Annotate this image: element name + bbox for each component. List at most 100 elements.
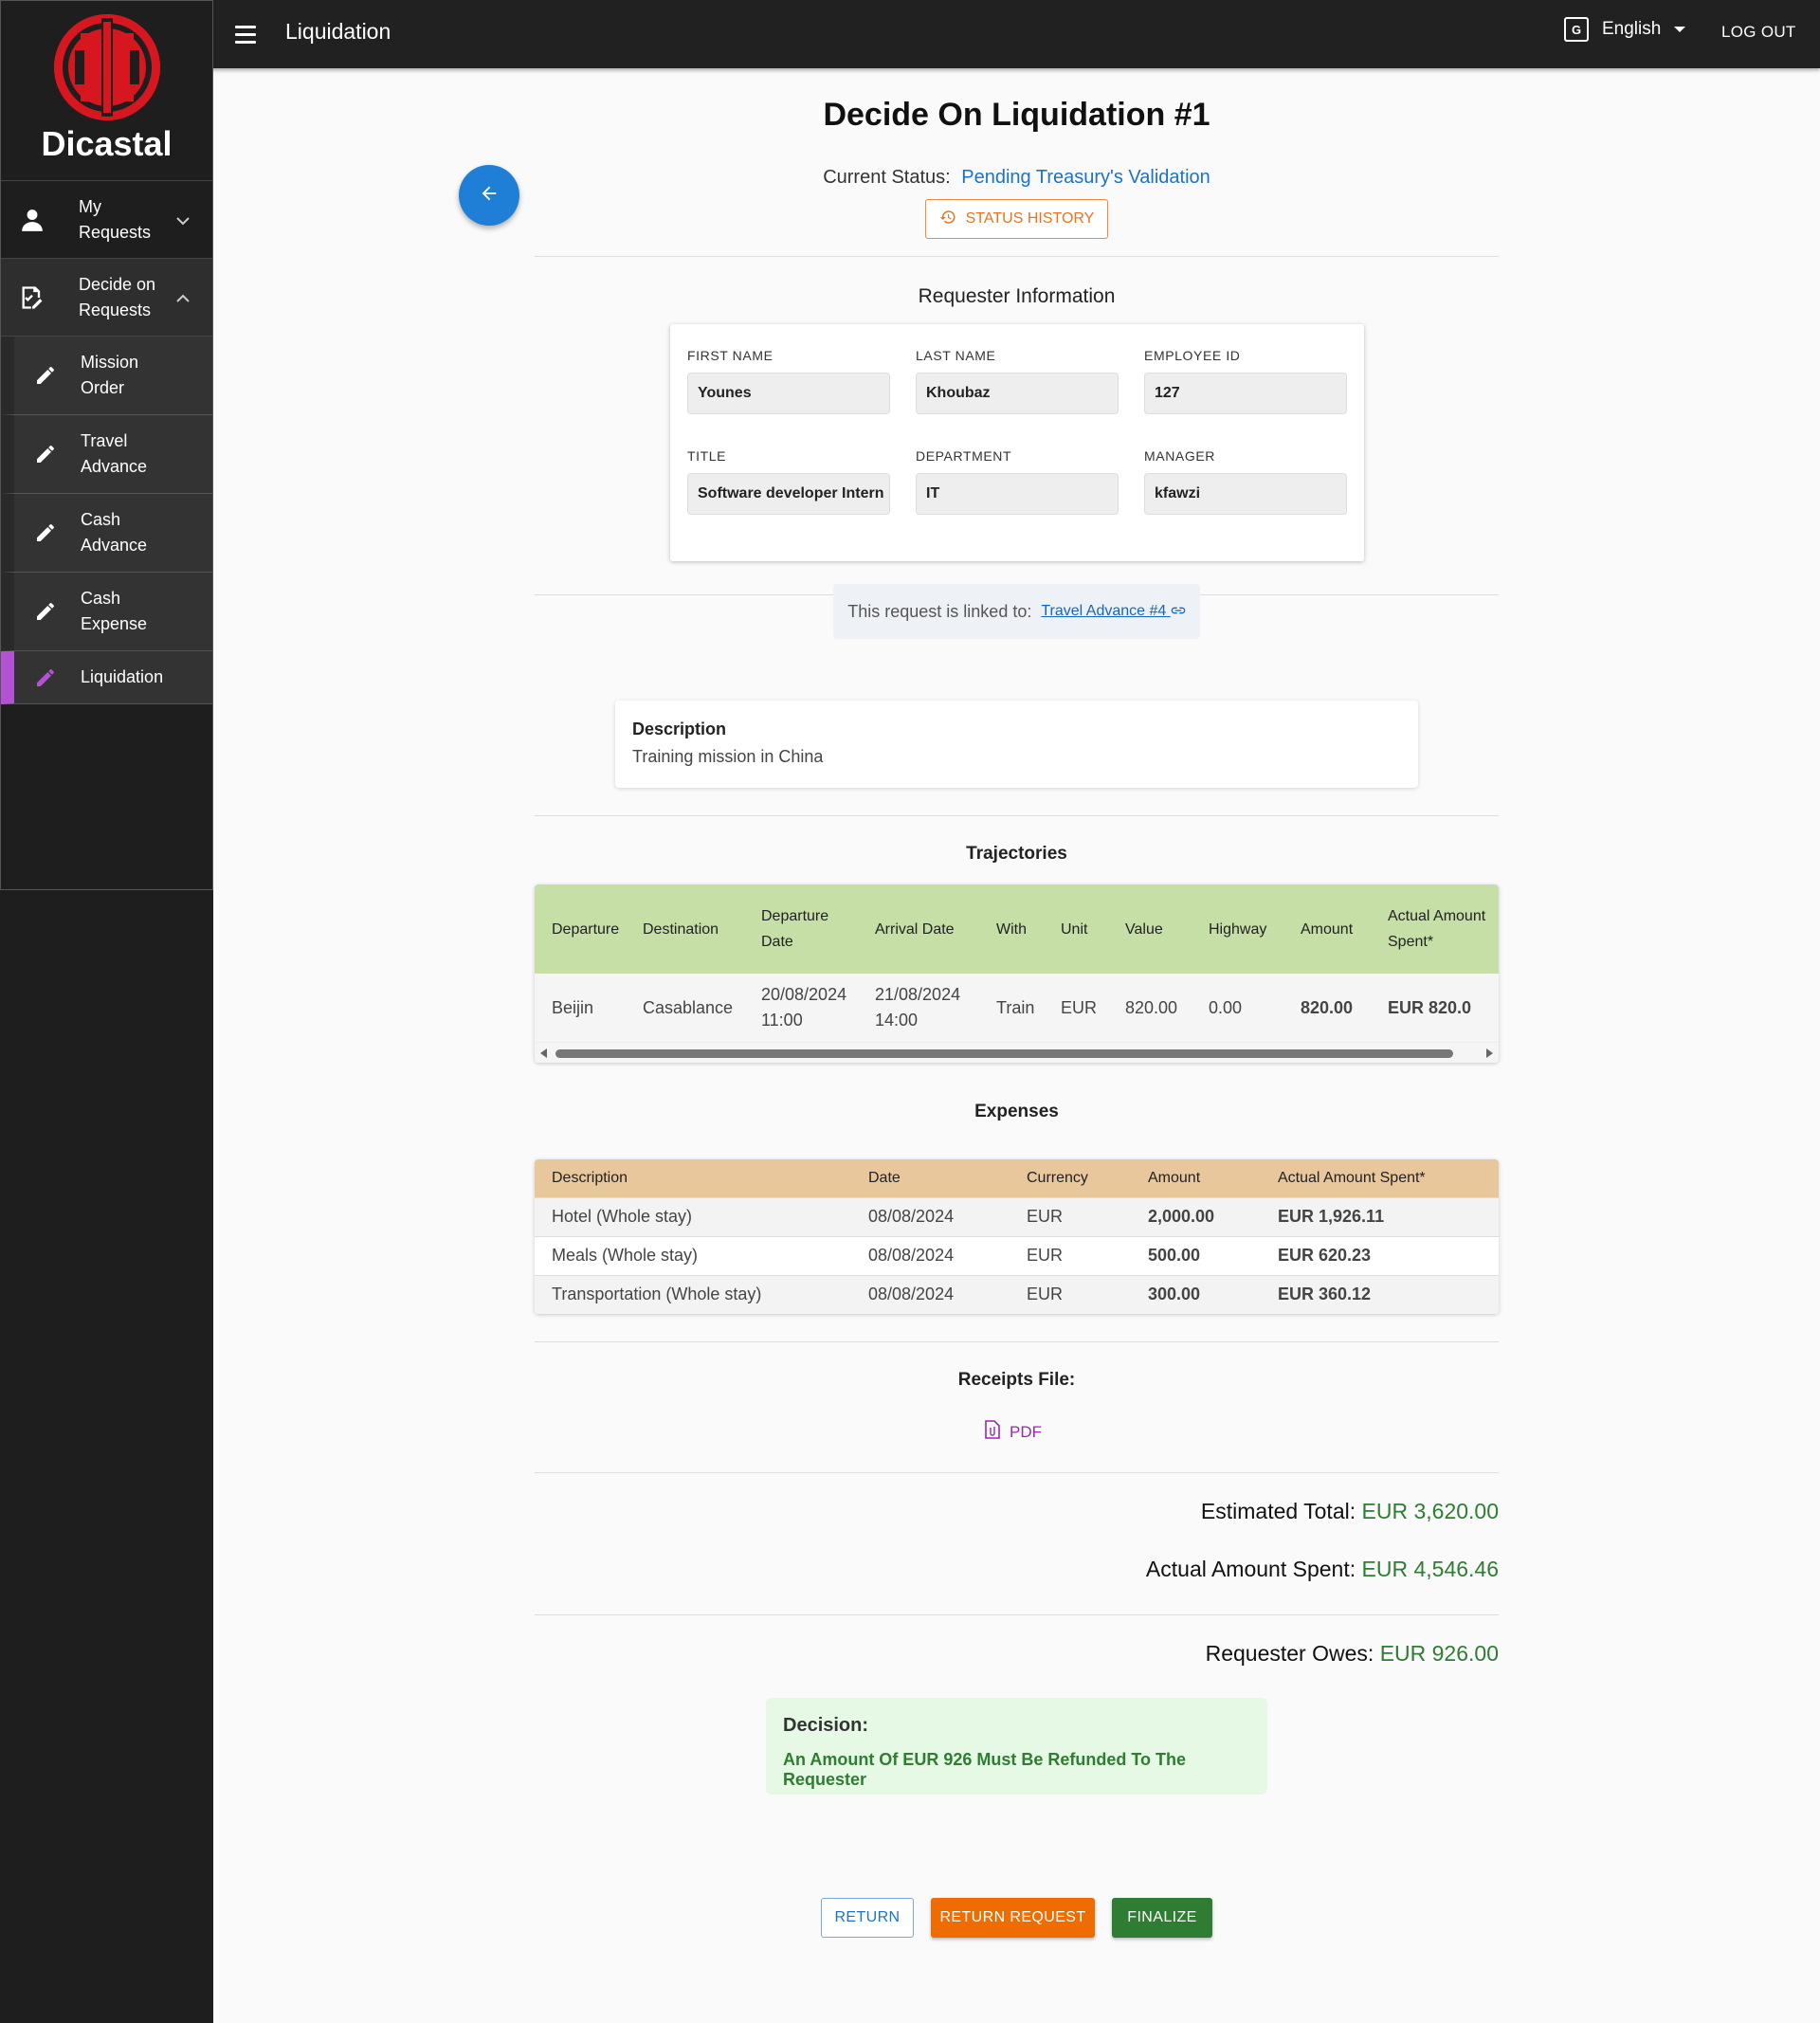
top-app-bar: Liquidation G English LOG OUT xyxy=(0,0,1820,68)
link-icon xyxy=(1171,603,1186,619)
expenses-title: Expenses xyxy=(974,1102,1059,1121)
field-label: DEPARTMENT xyxy=(916,448,1012,464)
table-cell: Transportation (Whole stay) xyxy=(535,1274,851,1314)
trajectories-table: Departure Destination Departure Date Arr… xyxy=(535,884,1499,1063)
field-label: FIRST NAME xyxy=(687,348,774,363)
field-value: Software developer Intern xyxy=(687,473,890,515)
sidebar: Dicastal My Requests Decide on Requests xyxy=(0,0,213,2023)
return-request-button[interactable]: RETURN REQUEST xyxy=(931,1898,1095,1938)
return-button[interactable]: RETURN xyxy=(821,1898,914,1938)
brand-name: Dicastal xyxy=(41,124,173,163)
pdf-file-link[interactable]: PDF xyxy=(985,1420,1042,1444)
field-label: TITLE xyxy=(687,448,727,464)
column-header: Amount xyxy=(1131,1159,1261,1197)
table-row: Meals (Whole stay) 08/08/2024 EUR 500.00… xyxy=(535,1235,1499,1275)
table-cell: EUR xyxy=(1053,974,1118,1042)
language-label: English xyxy=(1602,19,1662,39)
table-cell: 21/08/2024 14:00 xyxy=(867,974,989,1042)
trajectories-title: Trajectories xyxy=(966,844,1067,864)
hamburger-menu-icon[interactable] xyxy=(235,23,262,46)
receipts-title: Receipts File: xyxy=(957,1370,1076,1390)
actual-amount-spent: Actual Amount Spent: EUR 4,546.46 xyxy=(1146,1557,1499,1582)
requester-info-title: Requester Information xyxy=(918,285,1116,307)
table-cell: EUR 820.0 xyxy=(1380,974,1499,1042)
table-cell: 300.00 xyxy=(1131,1274,1261,1314)
sidebar-item-my-requests[interactable]: My Requests xyxy=(1,181,212,259)
field-value: 127 xyxy=(1144,373,1347,414)
chevron-up-icon xyxy=(176,291,190,308)
field-value: kfawzi xyxy=(1144,473,1347,515)
status-value: Pending Treasury's Validation xyxy=(961,167,1210,188)
field-value: Younes xyxy=(687,373,890,414)
sidebar-item-cash-expense[interactable]: Cash Expense xyxy=(1,573,212,651)
field-label: EMPLOYEE ID xyxy=(1144,348,1241,363)
scrollbar-thumb[interactable] xyxy=(555,1049,1453,1058)
translate-icon: G xyxy=(1564,17,1589,42)
chevron-down-icon xyxy=(176,213,190,230)
approve-document-icon xyxy=(16,284,48,311)
total-label: Requester Owes: xyxy=(1205,1641,1374,1666)
total-value: EUR 3,620.00 xyxy=(1361,1499,1499,1523)
table-cell: Casablance xyxy=(635,974,754,1042)
sidebar-item-decide-on-requests[interactable]: Decide on Requests xyxy=(1,259,212,337)
scroll-left-arrow-icon[interactable] xyxy=(540,1048,547,1058)
caret-down-icon xyxy=(1674,27,1686,32)
table-row: Transportation (Whole stay) 08/08/2024 E… xyxy=(535,1274,1499,1314)
page-title: Decide On Liquidation #1 xyxy=(823,97,1210,133)
first-name-field: FIRST NAME Younes xyxy=(687,348,890,414)
column-header: With xyxy=(989,884,1053,974)
divider xyxy=(535,256,1499,257)
table-cell: EUR xyxy=(1010,1274,1131,1314)
total-label: Estimated Total: xyxy=(1200,1499,1356,1523)
requester-info-card: FIRST NAME Younes LAST NAME Khoubaz EMPL… xyxy=(670,324,1364,561)
sidebar-item-cash-advance[interactable]: Cash Advance xyxy=(1,494,212,573)
description-value: Training mission in China xyxy=(632,747,824,766)
table-cell: EUR xyxy=(1010,1196,1131,1236)
brand: Dicastal xyxy=(1,1,212,181)
table-cell: Beijin xyxy=(535,974,635,1042)
finalize-button[interactable]: FINALIZE xyxy=(1112,1898,1212,1938)
table-cell: EUR 620.23 xyxy=(1261,1235,1499,1275)
field-value: IT xyxy=(916,473,1119,515)
sidebar-panel: Dicastal My Requests Decide on Requests xyxy=(0,0,213,890)
total-value: EUR 4,546.46 xyxy=(1361,1557,1499,1581)
pencil-icon xyxy=(29,666,62,689)
column-header: Departure Date xyxy=(754,884,867,974)
total-label: Actual Amount Spent: xyxy=(1145,1557,1356,1581)
divider xyxy=(535,815,1499,816)
pencil-icon xyxy=(29,521,62,544)
horizontal-scrollbar[interactable] xyxy=(535,1042,1499,1063)
sidebar-item-label: My Requests xyxy=(79,196,152,242)
sidebar-item-mission-order[interactable]: Mission Order xyxy=(1,337,212,415)
table-cell: 500.00 xyxy=(1131,1235,1261,1275)
divider xyxy=(535,1614,1499,1615)
sidebar-item-travel-advance[interactable]: Travel Advance xyxy=(1,415,212,494)
table-cell: 820.00 xyxy=(1293,974,1380,1042)
sidebar-item-label: Cash Expense xyxy=(81,589,148,633)
pencil-icon xyxy=(29,600,62,623)
table-row: Beijin Casablance 20/08/2024 11:00 21/08… xyxy=(535,974,1499,1042)
sidebar-item-liquidation[interactable]: Liquidation xyxy=(1,651,212,704)
table-header-row: Description Date Currency Amount Actual … xyxy=(535,1159,1499,1197)
table-cell: Train xyxy=(989,974,1053,1042)
citic-logo-icon xyxy=(52,12,162,122)
app-bar-title: Liquidation xyxy=(285,19,391,44)
decision-box: Decision: An Amount Of EUR 926 Must Be R… xyxy=(766,1698,1267,1795)
linked-request-link[interactable]: Travel Advance #4 xyxy=(1041,603,1186,620)
column-header: Description xyxy=(535,1159,851,1197)
table-cell: 2,000.00 xyxy=(1131,1196,1261,1236)
status-history-button[interactable]: STATUS HISTORY xyxy=(925,199,1108,239)
logout-button[interactable]: LOG OUT xyxy=(1721,23,1796,42)
column-header: Currency xyxy=(1010,1159,1131,1197)
table-row: Hotel (Whole stay) 08/08/2024 EUR 2,000.… xyxy=(535,1196,1499,1236)
language-selector[interactable]: G English xyxy=(1564,17,1686,42)
column-header: Unit xyxy=(1053,884,1118,974)
expenses-table: Description Date Currency Amount Actual … xyxy=(535,1159,1499,1314)
table-cell: Hotel (Whole stay) xyxy=(535,1196,851,1236)
column-header: Actual Amount Spent* xyxy=(1380,884,1499,974)
estimated-total: Estimated Total: EUR 3,620.00 xyxy=(1201,1499,1499,1524)
scroll-right-arrow-icon[interactable] xyxy=(1486,1048,1493,1058)
column-header: Destination xyxy=(635,884,754,974)
table-cell: EUR 1,926.11 xyxy=(1261,1196,1499,1236)
table-cell: 820.00 xyxy=(1118,974,1201,1042)
